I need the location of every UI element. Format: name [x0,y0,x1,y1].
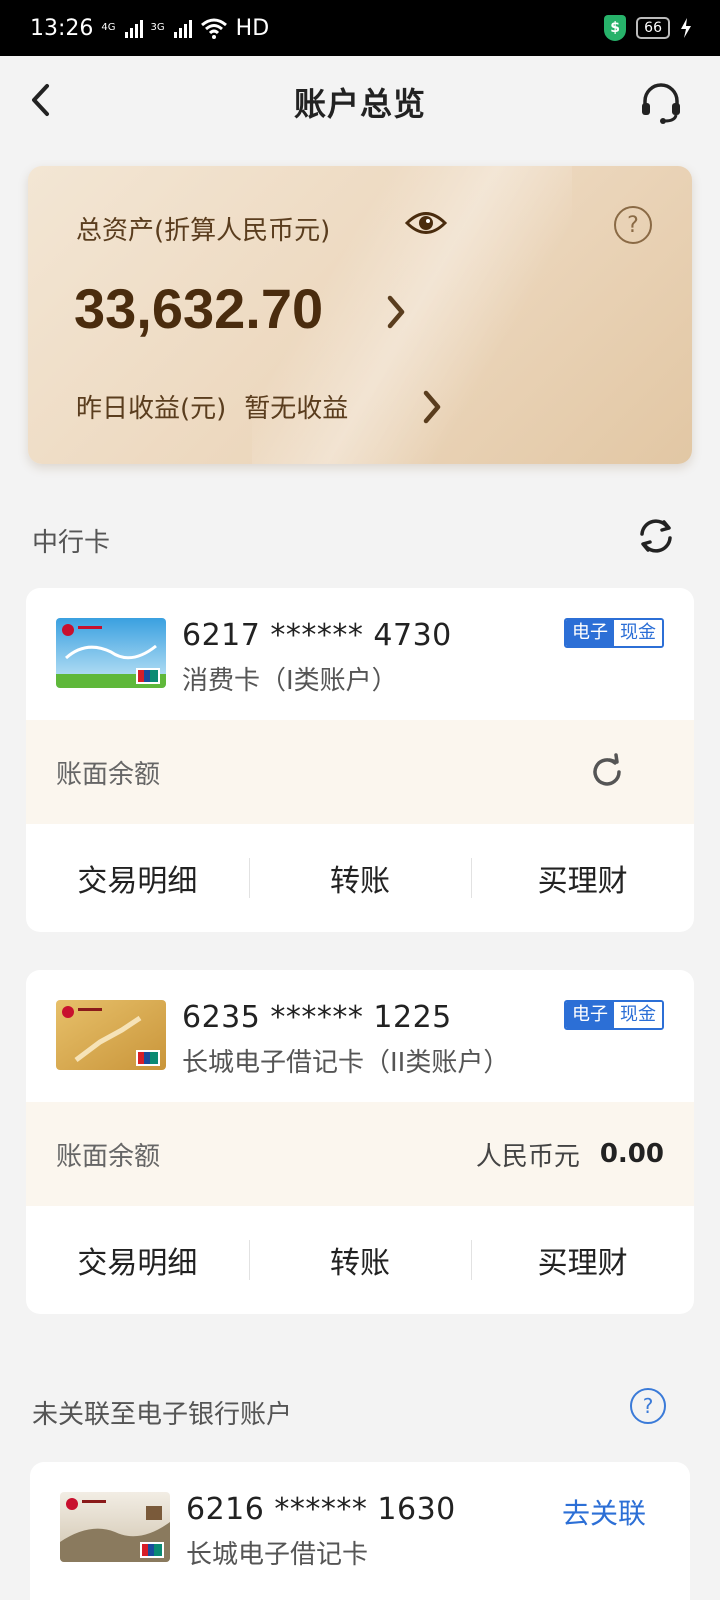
customer-service-button[interactable] [636,78,686,128]
ecash-badge[interactable]: 电子 现金 [564,1000,664,1030]
yesterday-earnings-value: 暂无收益 [244,394,349,424]
card-image [60,1492,170,1562]
card-header[interactable]: 6235 ****** 1225 长城电子借记卡（II类账户） 电子 现金 [26,970,694,1102]
ecash-badge-label-b: 现金 [614,620,662,646]
card-type: 消费卡（I类账户） [182,666,398,696]
headset-icon [642,83,680,124]
card-panel-2: 6235 ****** 1225 长城电子借记卡（II类账户） 电子 现金 账面… [26,970,694,1314]
card-number: 6216 ****** 1630 [186,1492,456,1527]
card-panel-1: 6217 ****** 4730 消费卡（I类账户） 电子 现金 账面余额 交易… [26,588,694,932]
balance-label: 账面余额 [56,759,161,790]
chevron-right-icon [387,295,405,329]
yesterday-earnings-label: 昨日收益(元) [76,394,227,424]
help-icon[interactable]: ? [614,206,652,244]
network-type-2: 3G [150,22,165,33]
card-header[interactable]: 6217 ****** 4730 消费卡（I类账户） 电子 现金 [26,588,694,720]
ecash-badge-label-a: 电子 [566,620,614,646]
balance-currency: 人民币元 [475,1141,580,1172]
wifi-icon [200,18,227,39]
ecash-badge[interactable]: 电子 现金 [564,618,664,648]
signal-icon-2 [173,18,192,38]
link-account-button[interactable]: 去关联 [562,1492,646,1532]
total-assets-amount: 33,632.70 [74,277,324,340]
card-number: 6235 ****** 1225 [182,1000,452,1035]
balance-label: 账面余额 [56,1141,161,1172]
buy-wealth-product-button[interactable]: 买理财 [471,856,694,900]
card-type: 长城电子借记卡（II类账户） [182,1048,510,1078]
yesterday-earnings-row: 昨日收益(元) 暂无收益 [76,388,348,425]
eye-icon [404,212,448,234]
battery-indicator: 66 [636,17,670,39]
assets-detail-button[interactable] [382,290,410,334]
card-actions: 交易明细 转账 买理财 [26,824,694,932]
back-button[interactable] [20,78,60,122]
refresh-icon [593,753,621,786]
balance-row: 账面余额 [26,720,694,824]
total-assets-card[interactable]: 总资产(折算人民币元) ? 33,632.70 昨日收益(元) 暂无收益 [28,166,692,464]
card-number: 6217 ****** 4730 [182,618,452,653]
card-actions: 交易明细 转账 买理财 [26,1206,694,1314]
charging-icon [681,18,691,38]
section-title-unlinked: 未关联至电子银行账户 [32,1400,293,1430]
transfer-button[interactable]: 转账 [249,1238,472,1282]
ecash-badge-label-b: 现金 [614,1002,662,1028]
network-type-1: 4G [101,22,116,33]
chevron-left-icon [32,84,49,116]
signal-icon [124,18,143,38]
status-bar: 13:26 4G 3G HD $ 66 [0,0,720,56]
refresh-cards-button[interactable] [636,516,676,556]
app-header: 账户总览 [0,56,720,148]
yesterday-earnings-button[interactable] [418,386,446,428]
help-icon[interactable]: ? [630,1388,666,1424]
page-title: 账户总览 [293,85,426,123]
card-image [56,618,166,688]
ecash-badge-label-a: 电子 [566,1002,614,1028]
total-assets-label: 总资产(折算人民币元) [76,216,331,246]
buy-wealth-product-button[interactable]: 买理财 [471,1238,694,1282]
balance-row: 账面余额 人民币元 0.00 [26,1102,694,1206]
balance-value: 0.00 [599,1139,664,1169]
card-type: 长城电子借记卡 [186,1540,369,1570]
security-shield-icon: $ [604,15,627,41]
card-image [56,1000,166,1070]
transfer-button[interactable]: 转账 [249,856,472,900]
section-title-boc-cards: 中行卡 [32,528,111,558]
hd-indicator: HD [235,15,270,41]
toggle-visibility-button[interactable] [404,206,448,240]
chevron-right-icon [423,390,441,424]
unlinked-card[interactable]: 6216 ****** 1630 长城电子借记卡 去关联 [30,1462,690,1600]
transaction-details-button[interactable]: 交易明细 [26,856,249,900]
refresh-balance-button[interactable] [588,753,626,791]
sync-icon [640,519,672,553]
status-time: 13:26 [30,15,94,41]
transaction-details-button[interactable]: 交易明细 [26,1238,249,1282]
